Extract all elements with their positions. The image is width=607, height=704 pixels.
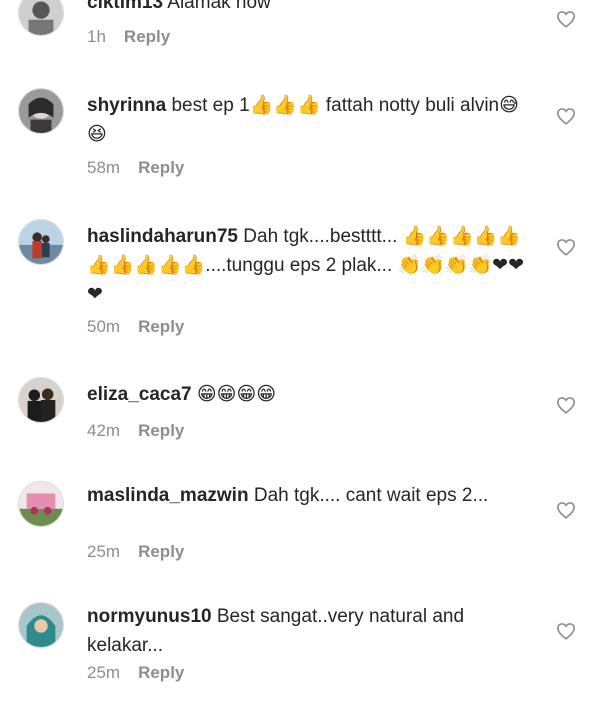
comment-text: eliza_caca7 😁😁😁😁	[87, 380, 527, 409]
avatar-photo	[19, 603, 63, 647]
heart-outline-icon[interactable]	[556, 238, 576, 256]
reply-button[interactable]: Reply	[138, 663, 184, 682]
comment-meta: 25m Reply	[87, 663, 184, 683]
avatar-photo	[19, 378, 63, 422]
avatar-photo	[19, 89, 63, 133]
avatar[interactable]	[18, 88, 64, 134]
comment-meta: 1h Reply	[87, 27, 170, 47]
comment-meta: 42m Reply	[87, 421, 184, 441]
comment-time: 1h	[87, 27, 106, 46]
reply-button[interactable]: Reply	[138, 421, 184, 440]
comment-body: Alamak now	[167, 0, 271, 13]
comment-text: shyrinna best ep 1👍👍👍 fattah notty buli …	[87, 91, 527, 149]
comment-body: 😁😁😁😁	[196, 384, 277, 405]
comment-text: haslindaharun75 Dah tgk....bestttt... 👍👍…	[87, 222, 527, 309]
comment-username[interactable]: haslindaharun75	[87, 226, 238, 247]
avatar-photo	[19, 0, 63, 35]
comment-username[interactable]: maslinda_mazwin	[87, 485, 249, 506]
comment-body: Dah tgk.... cant wait eps 2...	[253, 485, 489, 506]
comment-username[interactable]: normyunus10	[87, 606, 212, 627]
comment-meta: 25m Reply	[87, 542, 184, 562]
heart-outline-icon[interactable]	[556, 396, 576, 414]
comment-username[interactable]: ciktim13	[87, 0, 163, 13]
avatar[interactable]	[18, 0, 64, 36]
heart-outline-icon[interactable]	[556, 501, 576, 519]
avatar[interactable]	[18, 377, 64, 423]
heart-outline-icon[interactable]	[556, 107, 576, 125]
comment-meta: 50m Reply	[87, 317, 184, 337]
heart-outline-icon[interactable]	[556, 622, 576, 640]
reply-button[interactable]: Reply	[138, 317, 184, 336]
comment-time: 25m	[87, 663, 121, 682]
comment-text: maslinda_mazwin Dah tgk.... cant wait ep…	[87, 481, 527, 510]
reply-button[interactable]: Reply	[124, 27, 170, 46]
comment-username[interactable]: shyrinna	[87, 95, 166, 116]
avatar[interactable]	[18, 481, 64, 527]
comment-time: 42m	[87, 421, 121, 440]
comment-time: 25m	[87, 542, 121, 561]
reply-button[interactable]: Reply	[138, 158, 184, 177]
avatar-photo	[19, 482, 63, 526]
avatar[interactable]	[18, 602, 64, 648]
comment-time: 50m	[87, 317, 121, 336]
comment-time: 58m	[87, 158, 121, 177]
comment-text: ciktim13 Alamak now	[87, 0, 527, 17]
comment-text: normyunus10 Best sangat..very natural an…	[87, 602, 527, 660]
comment-username[interactable]: eliza_caca7	[87, 384, 192, 405]
reply-button[interactable]: Reply	[138, 542, 184, 561]
avatar[interactable]	[18, 219, 64, 265]
avatar-photo	[19, 220, 63, 264]
comment-meta: 58m Reply	[87, 158, 184, 178]
heart-outline-icon[interactable]	[556, 10, 576, 28]
